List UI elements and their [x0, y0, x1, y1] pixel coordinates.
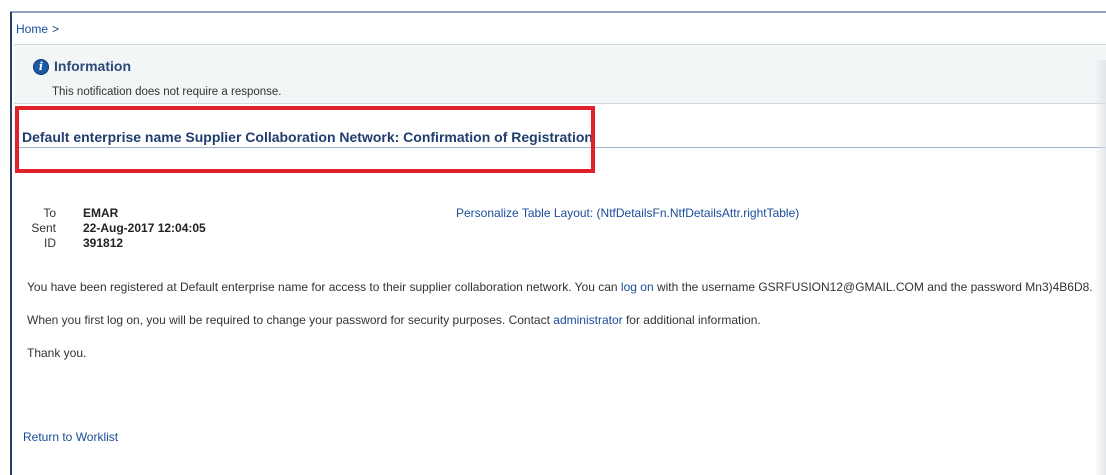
breadcrumb-separator: > — [52, 22, 60, 36]
info-title: Information — [54, 58, 131, 74]
notification-page: Home > i Information This notification do… — [0, 0, 1106, 475]
sent-value: 22-Aug-2017 12:04:05 — [83, 221, 206, 235]
body-line-registration: You have been registered at Default ente… — [27, 280, 1093, 294]
id-value: 391812 — [83, 236, 124, 250]
left-border — [10, 12, 12, 475]
return-to-worklist-link[interactable]: Return to Worklist — [23, 430, 118, 444]
administrator-link[interactable]: administrator — [553, 313, 622, 327]
info-message: This notification does not require a res… — [52, 86, 282, 98]
right-edge-shadow — [1094, 60, 1106, 475]
highlight-annotation-box — [15, 106, 595, 173]
info-icon: i — [33, 59, 49, 75]
to-value: EMAR — [83, 206, 119, 220]
breadcrumb-home-link[interactable]: Home — [16, 22, 48, 36]
body-line2-text-post: for additional information. — [622, 313, 761, 327]
log-on-link[interactable]: log on — [621, 280, 654, 294]
body-line2-text-pre: When you first log on, you will be requi… — [27, 313, 554, 327]
top-divider — [10, 11, 1106, 13]
body-line1-text-pre: You have been registered at Default ente… — [27, 280, 621, 294]
body-line-password: When you first log on, you will be requi… — [27, 313, 761, 327]
id-label: ID — [44, 236, 56, 250]
information-box: i Information This notification does not… — [14, 44, 1106, 104]
personalize-table-layout-link[interactable]: Personalize Table Layout: (NtfDetailsFn.… — [456, 206, 799, 220]
body-line1-text-post: with the username GSRFUSION12@GMAIL.COM … — [653, 280, 1093, 294]
sent-label: Sent — [31, 221, 56, 235]
body-line-thanks: Thank you. — [27, 346, 87, 360]
breadcrumb: Home > — [16, 22, 59, 36]
to-label: To — [43, 206, 56, 220]
notification-details: To EMAR Sent 22-Aug-2017 12:04:05 ID 391… — [26, 206, 326, 256]
